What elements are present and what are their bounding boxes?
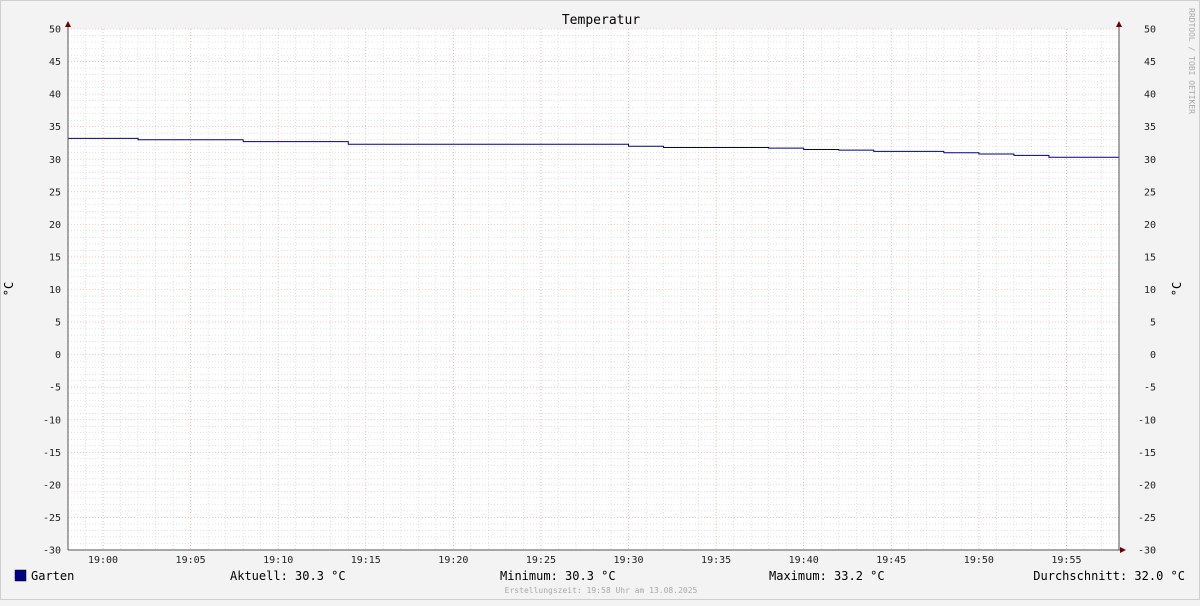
y-tick-label-left: 35 xyxy=(49,122,61,133)
x-tick-label: 19:05 xyxy=(176,555,206,566)
y-tick-label-right: -10 xyxy=(1138,415,1156,426)
y-tick-label-right: 30 xyxy=(1144,155,1156,166)
y-tick-label-right: 10 xyxy=(1144,285,1156,296)
y-tick-label-left: -15 xyxy=(43,448,61,459)
y-axis-label-right: °C xyxy=(1170,282,1184,296)
y-tick-label-left: -10 xyxy=(43,415,61,426)
y-tick-label-right: 35 xyxy=(1144,122,1156,133)
legend-minimum: Minimum: 30.3 °C xyxy=(500,569,616,583)
x-tick-label: 19:00 xyxy=(88,555,118,566)
y-axis-left: -30 -25 -20 -15 -10 -5 0 5 10 15 20 25 30 35 40 45 50 xyxy=(43,25,61,557)
x-tick-label: 19:35 xyxy=(701,555,731,566)
y-tick-label-left: -30 xyxy=(43,546,61,557)
x-tick-label: 19:15 xyxy=(351,555,381,566)
y-tick-label-right: -30 xyxy=(1138,546,1156,557)
y-tick-label-right: -5 xyxy=(1144,383,1156,394)
x-tick-label: 19:25 xyxy=(526,555,556,566)
x-tick-label: 19:50 xyxy=(964,555,994,566)
y-tick-label-left: 40 xyxy=(49,90,61,101)
y-axis-right: -30 -25 -20 -15 -10 -5 0 5 10 15 20 25 30 35 40 45 50 xyxy=(1138,25,1156,557)
y-tick-label-left: 5 xyxy=(55,318,61,329)
y-tick-label-left: 50 xyxy=(49,25,61,36)
y-tick-label-left: -20 xyxy=(43,480,61,491)
y-tick-label-right: 15 xyxy=(1144,252,1156,263)
y-tick-label-left: 0 xyxy=(55,350,61,361)
y-tick-label-left: 10 xyxy=(49,285,61,296)
y-tick-label-right: 40 xyxy=(1144,90,1156,101)
y-axis-arrow-right xyxy=(1116,21,1122,27)
x-tick-label: 19:40 xyxy=(789,555,819,566)
chart-title: Temperatur xyxy=(562,13,640,28)
legend-series-label: Garten xyxy=(31,569,74,583)
y-tick-label-right: -15 xyxy=(1138,448,1156,459)
x-tick-label: 19:10 xyxy=(263,555,293,566)
chart-frame: -30 -25 -20 -15 -10 -5 0 5 10 15 20 25 30 35 40 45 50 -3… xyxy=(0,0,1200,600)
y-axis-label-left: °C xyxy=(2,282,16,296)
y-tick-label-right: 25 xyxy=(1144,187,1156,198)
legend-maximum: Maximum: 33.2 °C xyxy=(769,569,885,583)
y-tick-label-right: 5 xyxy=(1150,318,1156,329)
y-tick-label-right: -25 xyxy=(1138,513,1156,524)
x-tick-label: 19:30 xyxy=(613,555,643,566)
y-tick-label-right: -20 xyxy=(1138,480,1156,491)
x-tick-label: 19:55 xyxy=(1051,555,1081,566)
watermark: RRDTOOL / TOBI OETIKER xyxy=(1187,8,1196,114)
y-tick-label-right: 0 xyxy=(1150,350,1156,361)
y-tick-label-right: 50 xyxy=(1144,25,1156,36)
x-axis-arrow xyxy=(1120,547,1126,553)
y-tick-label-right: 45 xyxy=(1144,57,1156,68)
x-tick-label: 19:45 xyxy=(876,555,906,566)
x-axis: 19:00 19:05 19:10 19:15 19:20 19:25 19:30 19:35… xyxy=(88,555,1082,566)
y-axis-arrow-left xyxy=(65,21,71,27)
x-tick-label: 19:20 xyxy=(438,555,468,566)
y-tick-label-left: 30 xyxy=(49,155,61,166)
legend-swatch-garten xyxy=(14,569,27,582)
footer-timestamp: Erstellungszeit: 19:58 Uhr am 13.08.2025 xyxy=(505,586,698,595)
y-tick-label-left: -25 xyxy=(43,513,61,524)
y-tick-label-left: 15 xyxy=(49,252,61,263)
y-tick-label-left: 45 xyxy=(49,57,61,68)
legend-average: Durchschnitt: 32.0 °C xyxy=(1033,569,1185,583)
y-tick-label-left: 20 xyxy=(49,220,61,231)
temperature-chart: -30-25-20-15-10-505101520253035404550 -3… xyxy=(2,8,1196,595)
y-tick-label-right: 20 xyxy=(1144,220,1156,231)
y-tick-label-left: 25 xyxy=(49,187,61,198)
legend-current: Aktuell: 30.3 °C xyxy=(230,569,346,583)
y-tick-label-left: -5 xyxy=(49,383,61,394)
